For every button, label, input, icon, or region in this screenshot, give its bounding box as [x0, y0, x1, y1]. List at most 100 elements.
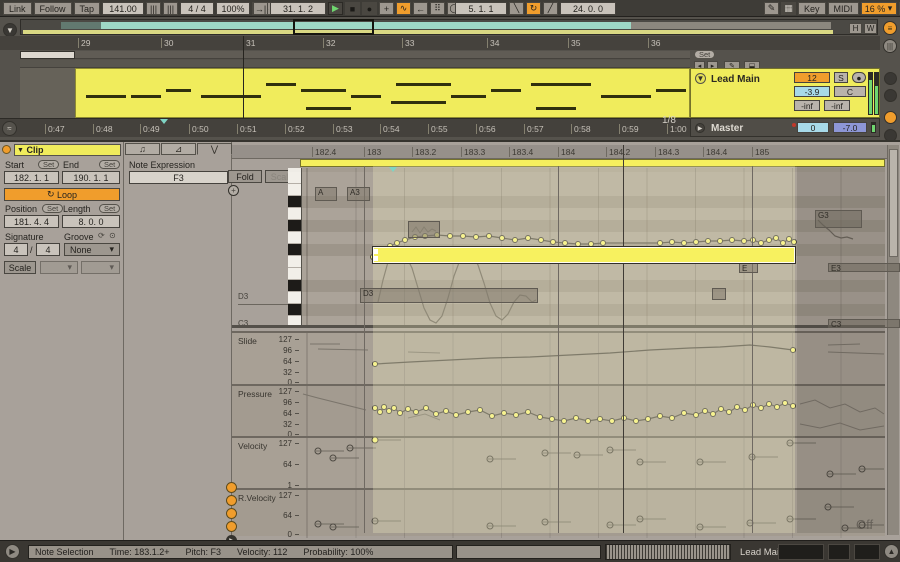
time-warp-icon[interactable]: ≈ [2, 121, 17, 136]
solo-button[interactable]: S [834, 72, 848, 83]
loop-start-field[interactable]: 5. 1. 1 [455, 2, 507, 15]
tap-tempo-button[interactable]: Tap [73, 2, 101, 15]
send-b-level[interactable]: -inf [824, 100, 850, 111]
arrangement-overview[interactable] [20, 19, 878, 35]
link-button[interactable]: Link [3, 2, 32, 15]
nudge-down-icon[interactable]: ||| [146, 2, 162, 15]
track-volume[interactable]: -3.9 [794, 86, 830, 97]
lane-slide[interactable]: Slide 127 96 64 32 0 [232, 331, 885, 387]
scale-name-select[interactable]: ▾ [81, 261, 120, 274]
track-midi-channel[interactable]: 12 [794, 72, 830, 83]
ghost-note[interactable]: A [315, 187, 337, 201]
collapsed-track-lane[interactable] [20, 60, 690, 68]
back-to-arrangement-button[interactable]: ← [413, 2, 428, 15]
io-section-toggle[interactable] [884, 72, 897, 85]
ghost-note[interactable]: C3 [828, 319, 900, 328]
tempo-field[interactable]: 141.00 [102, 2, 145, 15]
white-key[interactable] [288, 256, 301, 268]
signature-denominator-field[interactable]: 4 [36, 243, 60, 256]
draw-mode-button[interactable]: ✎ [764, 2, 779, 15]
scale-root-select[interactable]: ▾ [40, 261, 78, 274]
collapsed-clip[interactable] [20, 51, 75, 59]
expression-pitch-field[interactable]: F3 [129, 171, 228, 184]
collapsed-track-lane[interactable] [20, 51, 690, 59]
midi-map-button[interactable]: MIDI [827, 2, 859, 15]
loop-switch[interactable]: ↻ [526, 2, 541, 15]
clip-activator-led[interactable] [2, 145, 11, 154]
ghost-note[interactable]: E [739, 263, 758, 273]
track-pan[interactable]: C [834, 86, 866, 97]
black-key[interactable] [288, 220, 301, 232]
send-a-level[interactable]: -inf [794, 100, 820, 111]
mixer-section-toggle[interactable] [884, 111, 897, 124]
follow-playhead-icon[interactable]: →| [253, 2, 268, 15]
time-signature-field[interactable]: 4 / 4 [180, 2, 215, 15]
note-resize-handle[interactable] [374, 249, 378, 254]
loop-brace[interactable] [300, 159, 885, 167]
midi-clip-lead-main[interactable] [75, 68, 690, 118]
ghost-note[interactable]: D3 [360, 288, 538, 303]
groove-select[interactable]: None ▾ [64, 243, 120, 256]
optimize-width-button[interactable]: W [864, 23, 877, 34]
lane-pressure[interactable]: Pressure 127 96 64 32 0 [232, 384, 885, 439]
clip-start-field[interactable]: 182. 1. 1 [4, 171, 59, 184]
lane-r-velocity[interactable]: R.Velocity 127 64 0 [232, 488, 885, 539]
sends-section-toggle[interactable] [884, 89, 897, 102]
clip-overview-thumbnail[interactable] [605, 544, 731, 560]
master-fold-button[interactable]: ▶ [695, 123, 705, 133]
expression-lane-toggle[interactable] [226, 521, 237, 532]
black-key[interactable] [288, 304, 301, 316]
ghost-note[interactable]: E3 [828, 263, 900, 272]
white-key[interactable] [288, 208, 301, 220]
note-resize-handle[interactable] [374, 256, 378, 261]
arm-button[interactable]: ● [852, 72, 866, 83]
stop-button[interactable]: ■ [345, 2, 360, 15]
beat-time-ruler[interactable]: 29 30 31 32 33 34 35 36 [0, 36, 880, 50]
session-grid-icon[interactable]: ⠿ [430, 2, 445, 15]
arrangement-position-field[interactable]: 31. 1. 2 [270, 2, 326, 15]
set-position-button[interactable]: Set [42, 204, 64, 213]
groove-commit-icon[interactable]: ⟳ [98, 231, 105, 240]
arrangement-fold-button[interactable]: ▼ [3, 23, 17, 37]
set-start-button[interactable]: Set [38, 160, 60, 169]
time-ruler[interactable]: 0:47 0:48 0:49 0:50 0:51 0:52 0:53 0:54 0:55 0:56… [0, 118, 690, 137]
groove-amount-field[interactable]: 100% [216, 2, 251, 15]
cpu-meter[interactable]: 16 % ▾ [860, 2, 897, 15]
play-button[interactable]: ▶ [328, 2, 343, 15]
master-pan[interactable]: -7.0 [833, 122, 867, 133]
ghost-note[interactable] [712, 288, 726, 300]
locator-marker-icon[interactable] [160, 119, 168, 124]
optimize-height-button[interactable]: H [849, 23, 862, 34]
piano-keys[interactable] [288, 168, 302, 327]
punch-in-icon[interactable]: ╲ [509, 2, 524, 15]
tab-envelopes[interactable]: ⊿ [161, 143, 196, 155]
clip-end-field[interactable]: 190. 1. 1 [62, 171, 120, 184]
vertical-scrollbar[interactable] [887, 145, 899, 535]
midi-overdub-button[interactable]: ∿ [396, 2, 411, 15]
scrollbar-thumb[interactable] [889, 149, 898, 257]
white-key[interactable] [288, 172, 301, 184]
device-chain-thumbnail[interactable] [828, 544, 850, 560]
track-fold-button[interactable]: ▼ [695, 73, 706, 84]
clip-length-field[interactable]: 8. 0. 0 [62, 215, 120, 228]
expression-lane-toggle[interactable] [226, 495, 237, 506]
expression-lane-toggle[interactable] [226, 482, 237, 493]
black-key[interactable] [288, 280, 301, 292]
loop-button[interactable]: ↻ Loop [4, 188, 120, 201]
device-chain-thumbnail[interactable] [854, 544, 880, 560]
overview-menu-button[interactable]: ≡ [883, 21, 897, 35]
signature-numerator-field[interactable]: 4 [4, 243, 28, 256]
scale-button[interactable]: Scale [4, 261, 36, 274]
mixer-sections-button[interactable]: ||| [883, 39, 897, 53]
white-key[interactable] [288, 268, 301, 280]
lane-velocity[interactable]: Velocity 127 64 1 [232, 436, 885, 490]
overview-viewport-rect[interactable] [293, 19, 374, 35]
white-key[interactable] [288, 232, 301, 244]
nudge-up-icon[interactable]: ||| [163, 2, 179, 15]
key-map-button[interactable]: Key [798, 2, 826, 15]
tab-note-expression[interactable]: ⋁ [197, 143, 232, 155]
computer-midi-keyboard-button[interactable]: ▦ [781, 2, 796, 15]
black-key[interactable] [288, 244, 301, 256]
loop-length-field[interactable]: 24. 0. 0 [560, 2, 616, 15]
white-key[interactable] [288, 292, 301, 304]
